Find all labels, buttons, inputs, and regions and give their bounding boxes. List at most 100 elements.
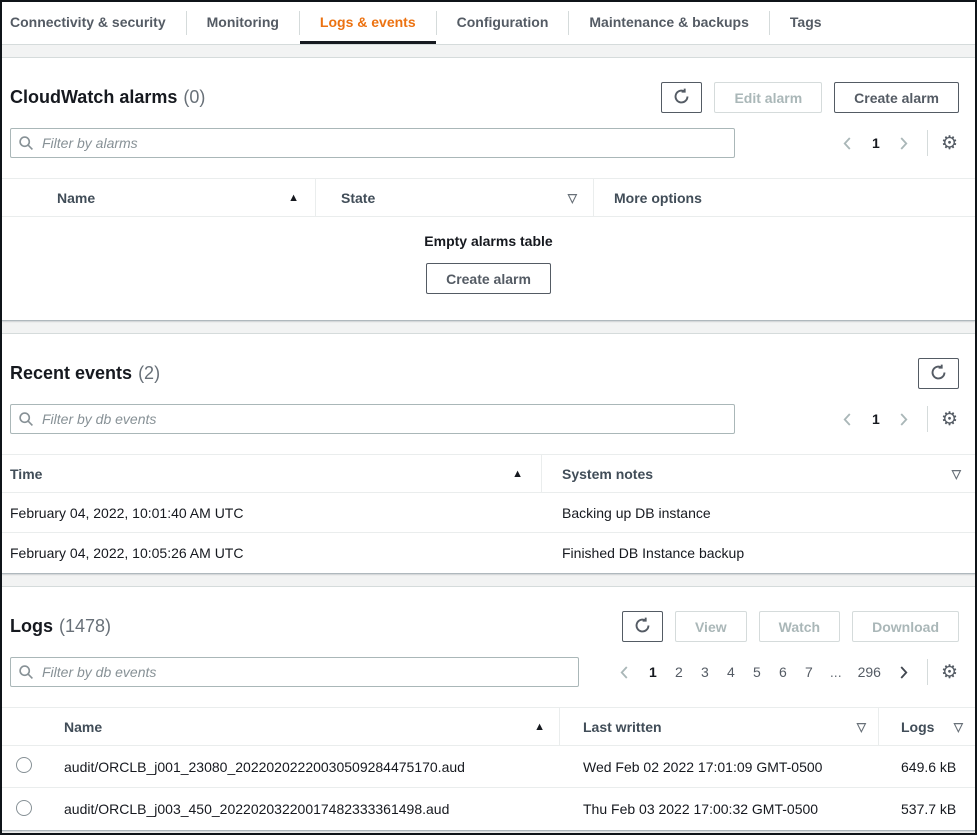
chevron-left-icon[interactable] <box>837 132 859 154</box>
event-time[interactable]: February 04, 2022, 10:05:26 AM UTC <box>10 545 243 561</box>
logs-page-2[interactable]: 2 <box>670 664 688 680</box>
log-size: 537.7 kB <box>879 801 975 817</box>
alarms-table-header: Name ▲ State ▽ More options <box>2 178 975 217</box>
tab-connectivity-security[interactable]: Connectivity & security <box>2 2 186 44</box>
tab-label: Monitoring <box>207 14 279 30</box>
chevron-right-icon[interactable] <box>893 408 915 430</box>
pager-divider <box>927 130 928 156</box>
event-row: February 04, 2022, 10:01:40 AM UTC Backi… <box>2 493 975 533</box>
tab-tags[interactable]: Tags <box>770 2 842 44</box>
settings-gear-icon[interactable]: ⚙ <box>940 134 959 153</box>
event-note: Finished DB Instance backup <box>542 545 975 561</box>
events-table-header: Time ▲ System notes ▽ <box>2 454 975 493</box>
chevron-left-icon[interactable] <box>614 661 636 683</box>
logs-title: Logs <box>10 616 53 637</box>
log-size: 649.6 kB <box>879 759 975 775</box>
logs-page-5[interactable]: 5 <box>748 664 766 680</box>
events-count: (2) <box>138 363 160 384</box>
rds-details-page: Connectivity & security Monitoring Logs … <box>0 0 977 835</box>
tab-maintenance-backups[interactable]: Maintenance & backups <box>569 2 769 44</box>
sort-descending-icon: ▽ <box>568 191 577 205</box>
watch-log-button[interactable]: Watch <box>759 611 840 642</box>
settings-gear-icon[interactable]: ⚙ <box>940 410 959 429</box>
sort-ascending-icon: ▲ <box>288 192 299 204</box>
logs-page-6[interactable]: 6 <box>774 664 792 680</box>
column-label: Last written <box>583 719 849 735</box>
log-file-row: audit/ORCLB_j001_23080_20220202220030509… <box>2 746 975 788</box>
chevron-left-icon[interactable] <box>837 408 859 430</box>
alarms-filter-input[interactable] <box>10 128 735 158</box>
events-column-system-notes[interactable]: System notes ▽ <box>542 455 975 492</box>
events-page-1[interactable]: 1 <box>867 411 885 427</box>
refresh-icon <box>634 617 651 637</box>
radio-button[interactable] <box>16 757 32 773</box>
log-file-row: audit/ORCLB_j003_450_2022020322001748233… <box>2 788 975 830</box>
detail-tabs: Connectivity & security Monitoring Logs … <box>2 2 975 45</box>
pager-divider <box>927 659 928 685</box>
alarms-column-more-options: More options <box>594 179 975 216</box>
tab-label: Configuration <box>457 14 549 30</box>
logs-page-7[interactable]: 7 <box>800 664 818 680</box>
radio-button[interactable] <box>16 800 32 816</box>
events-title: Recent events <box>10 363 132 384</box>
logs-card: Logs (1478) View Watch Download 1 <box>2 586 975 831</box>
column-label: Name <box>64 719 526 735</box>
sort-ascending-icon: ▲ <box>534 721 545 733</box>
tab-label: Connectivity & security <box>10 14 166 30</box>
tab-configuration[interactable]: Configuration <box>437 2 569 44</box>
events-column-time[interactable]: Time ▲ <box>2 455 542 492</box>
sort-descending-icon: ▽ <box>857 720 866 734</box>
logs-pagination: 1 2 3 4 5 6 7 ... 296 ⚙ <box>614 659 959 685</box>
refresh-icon <box>673 88 690 108</box>
empty-create-alarm-button[interactable]: Create alarm <box>426 263 551 294</box>
search-icon <box>18 135 34 151</box>
event-note: Backing up DB instance <box>542 505 975 521</box>
logs-page-3[interactable]: 3 <box>696 664 714 680</box>
alarms-page-1[interactable]: 1 <box>867 135 885 151</box>
logs-filter-input[interactable] <box>10 657 579 687</box>
log-last-written: Wed Feb 02 2022 17:01:09 GMT-0500 <box>560 759 879 775</box>
events-refresh-button[interactable] <box>918 358 959 389</box>
logs-filter <box>10 657 579 687</box>
download-log-button[interactable]: Download <box>852 611 959 642</box>
logs-select-column <box>2 708 56 745</box>
logs-page-4[interactable]: 4 <box>722 664 740 680</box>
column-label: System notes <box>562 466 944 482</box>
column-label: Name <box>57 190 280 206</box>
alarms-pagination: 1 ⚙ <box>837 130 959 156</box>
logs-column-last-written[interactable]: Last written ▽ <box>560 708 879 745</box>
alarms-empty-title: Empty alarms table <box>2 233 975 249</box>
sort-ascending-icon: ▲ <box>512 468 523 480</box>
column-label: State <box>341 190 560 206</box>
chevron-right-icon[interactable] <box>893 661 915 683</box>
column-label: Time <box>10 466 504 482</box>
alarms-count: (0) <box>183 87 205 108</box>
chevron-right-icon[interactable] <box>893 132 915 154</box>
alarms-refresh-button[interactable] <box>661 82 702 113</box>
alarms-empty-state: Empty alarms table Create alarm <box>2 217 975 320</box>
logs-page-1[interactable]: 1 <box>644 664 662 680</box>
alarms-title: CloudWatch alarms <box>10 87 177 108</box>
view-log-button[interactable]: View <box>675 611 747 642</box>
logs-column-name[interactable]: Name ▲ <box>56 708 560 745</box>
alarms-column-state[interactable]: State ▽ <box>316 179 594 216</box>
events-filter-input[interactable] <box>10 404 735 434</box>
log-last-written: Thu Feb 03 2022 17:00:32 GMT-0500 <box>560 801 879 817</box>
recent-events-card: Recent events (2) 1 ⚙ <box>2 333 975 574</box>
edit-alarm-button[interactable]: Edit alarm <box>714 82 822 113</box>
cloudwatch-alarms-card: CloudWatch alarms (0) Edit alarm Create … <box>2 57 975 321</box>
logs-column-logs[interactable]: Logs ▽ <box>879 708 975 745</box>
alarms-filter <box>10 128 735 158</box>
search-icon <box>18 411 34 427</box>
tab-label: Tags <box>790 14 822 30</box>
logs-page-296[interactable]: 296 <box>854 664 885 680</box>
logs-refresh-button[interactable] <box>622 611 663 642</box>
alarms-column-name[interactable]: Name ▲ <box>2 179 316 216</box>
create-alarm-button[interactable]: Create alarm <box>834 82 959 113</box>
log-file-name: audit/ORCLB_j001_23080_20220202220030509… <box>56 759 560 775</box>
settings-gear-icon[interactable]: ⚙ <box>940 663 959 682</box>
logs-page-ellipsis: ... <box>826 664 846 680</box>
tab-logs-events[interactable]: Logs & events <box>300 2 436 44</box>
event-time[interactable]: February 04, 2022, 10:01:40 AM UTC <box>10 505 243 521</box>
tab-monitoring[interactable]: Monitoring <box>187 2 299 44</box>
